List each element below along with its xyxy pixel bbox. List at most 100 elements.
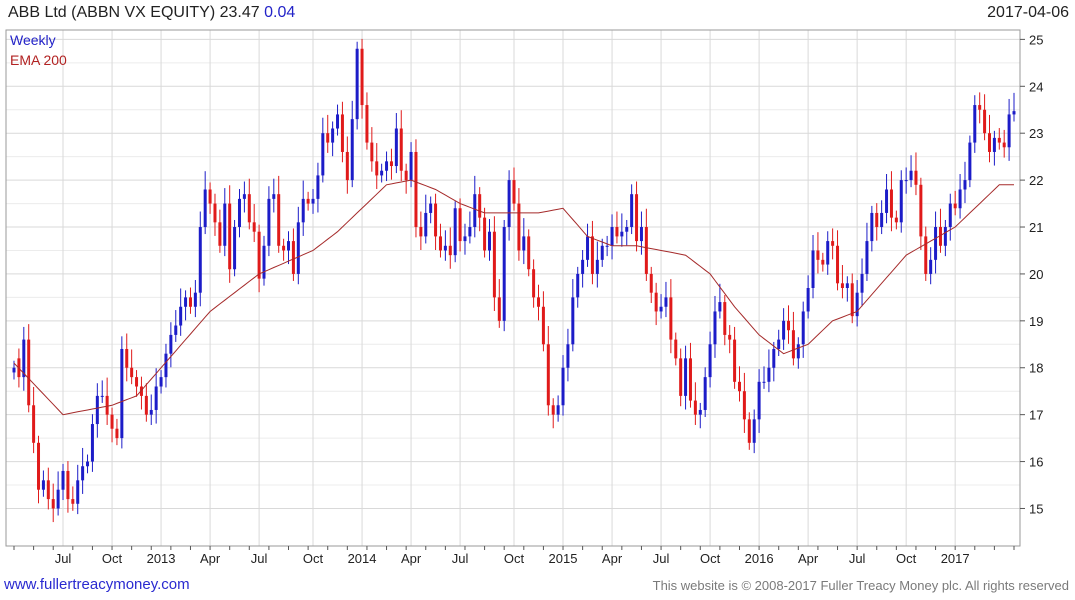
candle [61, 463, 65, 501]
candle [625, 219, 629, 246]
candle-body [247, 194, 251, 223]
candle-body [551, 405, 555, 415]
candle [600, 238, 604, 267]
candle [684, 345, 688, 410]
candle-body [541, 306, 545, 345]
candle [32, 386, 36, 454]
candle [257, 224, 261, 293]
candle-body [821, 259, 825, 265]
candle [737, 366, 741, 402]
candle [478, 187, 482, 232]
candle [105, 377, 109, 425]
candle-body [836, 245, 840, 284]
x-tick-label: Apr [401, 551, 422, 566]
candle-body [184, 297, 188, 307]
candle-body [600, 245, 604, 260]
candle [120, 336, 124, 449]
candle [821, 252, 825, 272]
candle [340, 101, 344, 163]
candle-body [355, 48, 359, 120]
candle [880, 200, 884, 235]
candle [1012, 92, 1016, 122]
x-axis: Jul Oct 2013 Apr Jul Oct 2014 Apr Jul Oct 2015 Apr J… [13, 546, 1015, 566]
candle [566, 328, 570, 382]
x-tick-label: 2015 [549, 551, 578, 566]
candle-body [135, 377, 139, 387]
candle-body [929, 259, 933, 274]
candle-body [404, 170, 408, 181]
candle-body [777, 339, 781, 349]
x-tick-label: 2017 [941, 551, 970, 566]
candle [370, 127, 374, 172]
candle-body [350, 119, 354, 181]
candle-body [796, 344, 800, 359]
candle [816, 232, 820, 274]
candle [360, 38, 364, 119]
candle-body [66, 470, 70, 500]
site-link[interactable]: www.fullertreacymoney.com [4, 576, 190, 593]
candle [826, 231, 830, 275]
candle-body [169, 334, 173, 354]
candle-body [517, 203, 521, 251]
candle [674, 332, 678, 366]
candle [934, 211, 938, 274]
candle-body [635, 194, 639, 242]
candle [46, 467, 50, 510]
candle-body [380, 170, 384, 176]
candle [590, 220, 594, 285]
candle [919, 177, 923, 251]
candle-body [806, 288, 810, 312]
candle-body [233, 227, 237, 270]
candle-body [889, 189, 893, 218]
candle [571, 279, 575, 352]
candle [86, 454, 90, 474]
candle-body [762, 381, 766, 383]
candle [522, 218, 526, 265]
candle-body [737, 381, 741, 392]
candle [223, 188, 227, 257]
candle-body [811, 250, 815, 288]
candle [468, 211, 472, 244]
candle-body [252, 222, 256, 232]
candle [291, 228, 295, 281]
candle-body [159, 377, 163, 387]
candle-body [453, 208, 457, 256]
candle-body [282, 245, 286, 251]
candle-body [997, 137, 1001, 143]
candle-body [625, 227, 629, 232]
candle [419, 211, 423, 251]
x-tick-label: Jul [452, 551, 469, 566]
candle [698, 402, 702, 429]
candle [22, 326, 26, 391]
candle [76, 464, 80, 515]
candle [576, 266, 580, 308]
candle [316, 162, 320, 213]
candle-body [654, 292, 658, 312]
candle-body [831, 241, 835, 246]
candle-body [943, 227, 947, 246]
candle-body [394, 128, 398, 167]
candle-body [850, 283, 854, 317]
candle [831, 228, 835, 260]
candle [404, 163, 408, 194]
candle-body [532, 269, 536, 298]
candle-body [968, 142, 972, 181]
candle [443, 230, 447, 261]
candle-body [958, 189, 962, 209]
candle-body [272, 194, 276, 199]
candle [144, 383, 148, 422]
candle-body [801, 311, 805, 345]
candle [434, 193, 438, 251]
candle-body [61, 470, 65, 490]
candle-body [728, 334, 732, 340]
candle [272, 178, 276, 213]
candle [375, 143, 379, 190]
candle [811, 234, 815, 299]
candle [610, 214, 614, 260]
candle [791, 311, 795, 366]
candle [159, 370, 163, 394]
x-tick-label: Oct [896, 551, 917, 566]
legend-ema-200: EMA 200 [10, 52, 67, 68]
candle-body [576, 273, 580, 298]
candle-body [296, 222, 300, 274]
